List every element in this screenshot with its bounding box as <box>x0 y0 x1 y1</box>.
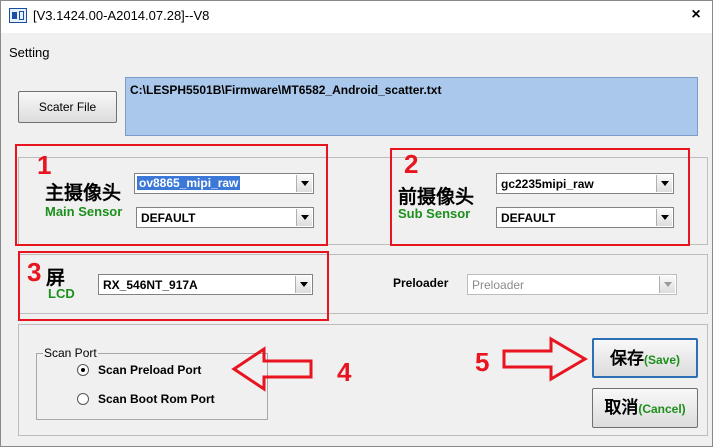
main-sensor-value: ov8865_mipi_raw <box>137 176 241 190</box>
lcd-value: RX_546NT_917A <box>103 278 198 292</box>
lcd-en-label: LCD <box>48 286 75 301</box>
chevron-down-icon <box>295 276 311 293</box>
sub-lens-select[interactable]: DEFAULT <box>496 207 674 228</box>
sub-sensor-en-label: Sub Sensor <box>398 206 471 221</box>
save-cn-label: 保存 <box>609 349 644 369</box>
scan-port-title: Scan Port <box>43 346 98 360</box>
sub-sensor-value: gc2235mipi_raw <box>501 177 594 191</box>
preloader-label: Preloader <box>393 276 449 290</box>
main-sensor-cn-label: 主摄像头 <box>45 182 122 204</box>
cancel-en-label: (Cancel) <box>638 402 686 416</box>
sub-sensor-cn-label: 前摄像头 <box>398 186 475 208</box>
chevron-down-icon <box>656 209 672 226</box>
lcd-select[interactable]: RX_546NT_917A <box>98 274 313 295</box>
annotation-number-3: 3 <box>27 257 42 287</box>
close-button[interactable]: × <box>686 5 706 25</box>
annotation-arrow-right-icon <box>502 336 588 382</box>
scatter-path-text: C:\LESPH5501B\Firmware\MT6582_Android_sc… <box>130 83 442 97</box>
main-lens-select[interactable]: DEFAULT <box>136 207 314 228</box>
cancel-button[interactable]: 取消(Cancel) <box>592 388 698 428</box>
preloader-select: Preloader <box>467 274 677 295</box>
annotation-number-4: 4 <box>337 357 352 387</box>
main-sensor-select[interactable]: ov8865_mipi_raw <box>134 173 314 194</box>
chevron-down-icon <box>656 175 672 192</box>
annotation-arrow-left-icon <box>231 346 313 392</box>
annotation-number-2: 2 <box>404 149 419 179</box>
cancel-cn-label: 取消 <box>604 398 639 418</box>
scatter-file-label: Scater File <box>38 100 97 114</box>
save-en-label: (Save) <box>643 353 681 367</box>
tool-window: [V3.1424.00-A2014.07.28]--V8 × Setting S… <box>0 0 713 447</box>
sub-sensor-select[interactable]: gc2235mipi_raw <box>496 173 674 194</box>
chevron-down-icon <box>296 175 312 192</box>
scan-bootrom-radio[interactable] <box>77 393 89 405</box>
chevron-down-icon <box>296 209 312 226</box>
chevron-down-icon <box>659 276 675 293</box>
window-title: [V3.1424.00-A2014.07.28]--V8 <box>33 8 210 23</box>
sub-lens-value: DEFAULT <box>501 211 556 225</box>
annotation-number-1: 1 <box>37 150 52 180</box>
title-bar: [V3.1424.00-A2014.07.28]--V8 × <box>1 1 712 33</box>
scan-bootrom-label[interactable]: Scan Boot Rom Port <box>98 392 215 406</box>
save-button[interactable]: 保存(Save) <box>592 338 698 378</box>
main-sensor-en-label: Main Sensor <box>45 204 123 219</box>
preloader-value: Preloader <box>472 278 525 292</box>
scan-preload-radio[interactable] <box>77 364 89 376</box>
annotation-number-5: 5 <box>475 347 490 377</box>
menu-bar: Setting <box>1 33 712 63</box>
scatter-file-button[interactable]: Scater File <box>18 91 117 123</box>
scatter-path-field[interactable]: C:\LESPH5501B\Firmware\MT6582_Android_sc… <box>125 77 698 136</box>
app-icon <box>9 8 27 23</box>
main-lens-value: DEFAULT <box>141 211 196 225</box>
menu-setting[interactable]: Setting <box>9 45 49 60</box>
scan-preload-label[interactable]: Scan Preload Port <box>98 363 201 377</box>
